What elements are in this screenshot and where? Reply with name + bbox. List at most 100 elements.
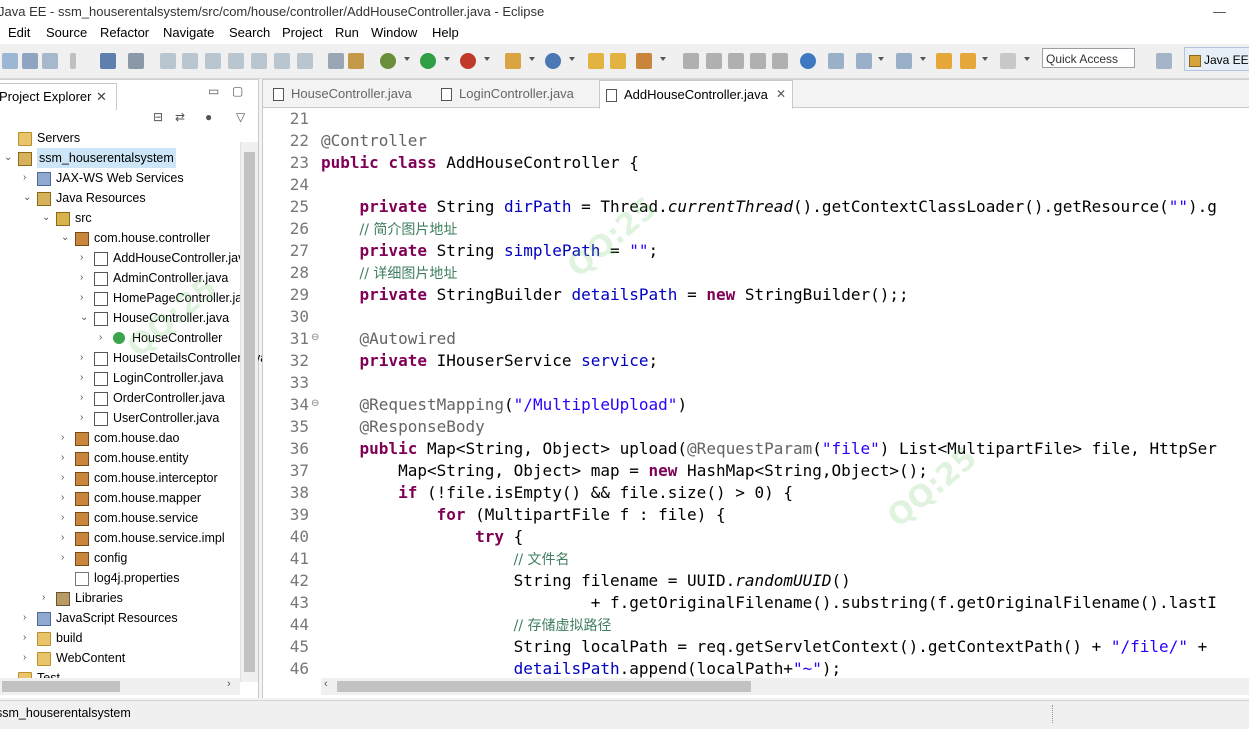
menu-help[interactable]: Help — [432, 25, 459, 40]
suspend-icon[interactable] — [182, 53, 198, 69]
menu-search[interactable]: Search — [229, 25, 270, 40]
chevron-right-icon[interactable]: › — [61, 448, 64, 468]
tree-item[interactable]: › config — [0, 548, 240, 568]
chevron-right-icon[interactable]: › — [99, 328, 102, 348]
annotation-dropdown-icon[interactable] — [878, 57, 884, 61]
new-icon[interactable] — [2, 53, 18, 69]
last-edit-icon[interactable] — [896, 53, 912, 69]
menu-navigate[interactable]: Navigate — [163, 25, 214, 40]
show-whitespace-icon[interactable] — [772, 53, 788, 69]
chevron-right-icon[interactable]: › — [80, 348, 83, 368]
tree-item[interactable]: › AdminController.java — [0, 268, 240, 288]
collapse-all-icon[interactable]: ⊟ — [153, 110, 163, 124]
chevron-right-icon[interactable]: › — [61, 468, 64, 488]
prev-annotation-icon[interactable] — [856, 53, 872, 69]
tree-item[interactable]: ⌄ src — [0, 208, 240, 228]
mark-occurrences-icon[interactable] — [706, 53, 722, 69]
print-icon[interactable] — [100, 53, 116, 69]
editor-horizontal-scrollbar[interactable]: ‹ — [321, 678, 1249, 695]
chevron-right-icon[interactable]: › — [80, 388, 83, 408]
web-browser-icon[interactable] — [800, 53, 816, 69]
chevron-down-icon[interactable]: ⌄ — [23, 188, 31, 208]
open-project-icon[interactable] — [610, 53, 626, 69]
word-wrap-icon[interactable] — [728, 53, 744, 69]
minimize-view-icon[interactable]: ▭ — [208, 84, 219, 98]
view-menu-icon[interactable]: ▽ — [236, 110, 245, 124]
chevron-right-icon[interactable]: › — [42, 588, 45, 608]
tree-item[interactable]: › com.house.service.impl — [0, 528, 240, 548]
terminate-icon[interactable] — [205, 53, 221, 69]
search-dropdown-icon[interactable] — [660, 57, 666, 61]
tree-item[interactable]: log4j.properties — [0, 568, 240, 588]
link-with-editor-icon[interactable]: ⇄ — [175, 110, 185, 124]
chevron-right-icon[interactable]: › — [23, 628, 26, 648]
chevron-down-icon[interactable]: ⌄ — [4, 148, 12, 168]
menu-window[interactable]: Window — [371, 25, 417, 40]
disconnect-icon[interactable] — [228, 53, 244, 69]
chevron-right-icon[interactable]: › — [61, 428, 64, 448]
menu-edit[interactable]: Edit — [8, 25, 30, 40]
tree-item[interactable]: › HouseController — [0, 328, 240, 348]
run-dropdown-icon[interactable] — [444, 57, 450, 61]
block-selection-icon[interactable] — [750, 53, 766, 69]
tree-item[interactable]: Servers — [0, 128, 240, 148]
menu-source[interactable]: Source — [46, 25, 87, 40]
focus-on-active-task-icon[interactable]: ● — [205, 110, 212, 124]
tree-item[interactable]: › com.house.interceptor — [0, 468, 240, 488]
debug-icon[interactable] — [380, 53, 396, 69]
tree-item[interactable]: › com.house.entity — [0, 448, 240, 468]
new-class-icon[interactable] — [545, 53, 561, 69]
chevron-right-icon[interactable]: › — [61, 528, 64, 548]
external-tools-dropdown-icon[interactable] — [484, 57, 490, 61]
back-dropdown-icon[interactable] — [982, 57, 988, 61]
tree-item[interactable]: › com.house.service — [0, 508, 240, 528]
open-type-icon[interactable] — [348, 53, 364, 69]
save-icon[interactable] — [22, 53, 38, 69]
chevron-down-icon[interactable]: ⌄ — [80, 308, 88, 328]
external-tools-icon[interactable] — [460, 53, 476, 69]
chevron-down-icon[interactable]: ⌄ — [61, 228, 69, 248]
tree-item[interactable]: › HomePageController.java — [0, 288, 255, 308]
project-explorer-vertical-scrollbar[interactable] — [240, 142, 258, 682]
chevron-right-icon[interactable]: › — [23, 648, 26, 668]
forward-icon[interactable] — [1000, 53, 1016, 69]
chevron-right-icon[interactable]: › — [80, 408, 83, 428]
tree-item[interactable]: › OrderController.java — [0, 388, 240, 408]
menu-run[interactable]: Run — [335, 25, 359, 40]
chevron-right-icon[interactable]: › — [61, 548, 64, 568]
debug-dropdown-icon[interactable] — [404, 57, 410, 61]
tab-house-controller[interactable]: HouseController.java — [267, 80, 417, 107]
tab-login-controller[interactable]: LoginController.java — [435, 80, 585, 107]
run-icon[interactable] — [420, 53, 436, 69]
project-explorer-horizontal-scrollbar[interactable]: › — [0, 678, 240, 695]
last-edit-dropdown-icon[interactable] — [920, 57, 926, 61]
tree-item[interactable]: › com.house.mapper — [0, 488, 240, 508]
search-tool-icon[interactable] — [636, 53, 652, 69]
tree-item[interactable]: › JAX-WS Web Services — [0, 168, 240, 188]
scroll-left-icon[interactable]: ‹ — [324, 678, 328, 690]
minimize-icon[interactable]: — — [1213, 0, 1227, 24]
tree-item[interactable]: › Libraries — [0, 588, 240, 608]
tree-item[interactable]: › JavaScript Resources — [0, 608, 240, 628]
tree-item[interactable]: › build — [0, 628, 240, 648]
tree-item[interactable]: ⌄ Java Resources — [0, 188, 240, 208]
new-dropdown-icon[interactable] — [529, 57, 535, 61]
fold-toggle-icon[interactable]: ⊖ — [311, 332, 319, 343]
step-into-icon[interactable] — [251, 53, 267, 69]
toggle-block-icon[interactable] — [328, 53, 344, 69]
chevron-right-icon[interactable]: › — [80, 288, 83, 308]
next-annotation-icon[interactable] — [828, 53, 844, 69]
open-folder-icon[interactable] — [588, 53, 604, 69]
scrollbar-thumb[interactable] — [2, 681, 120, 692]
open-perspective-icon[interactable] — [1156, 53, 1172, 69]
skip-breakpoints-icon[interactable] — [128, 53, 144, 69]
chevron-right-icon[interactable]: › — [80, 248, 83, 268]
new-java-project-icon[interactable] — [505, 53, 521, 69]
scrollbar-thumb[interactable] — [337, 681, 751, 692]
scroll-right-icon[interactable]: › — [227, 678, 231, 690]
chevron-right-icon[interactable]: › — [61, 488, 64, 508]
chevron-down-icon[interactable]: ⌄ — [42, 208, 50, 228]
tab-add-house-controller[interactable]: AddHouseController.java ✕ — [599, 80, 793, 109]
tree-item[interactable]: ⌄ com.house.controller — [0, 228, 240, 248]
resume-icon[interactable] — [160, 53, 176, 69]
